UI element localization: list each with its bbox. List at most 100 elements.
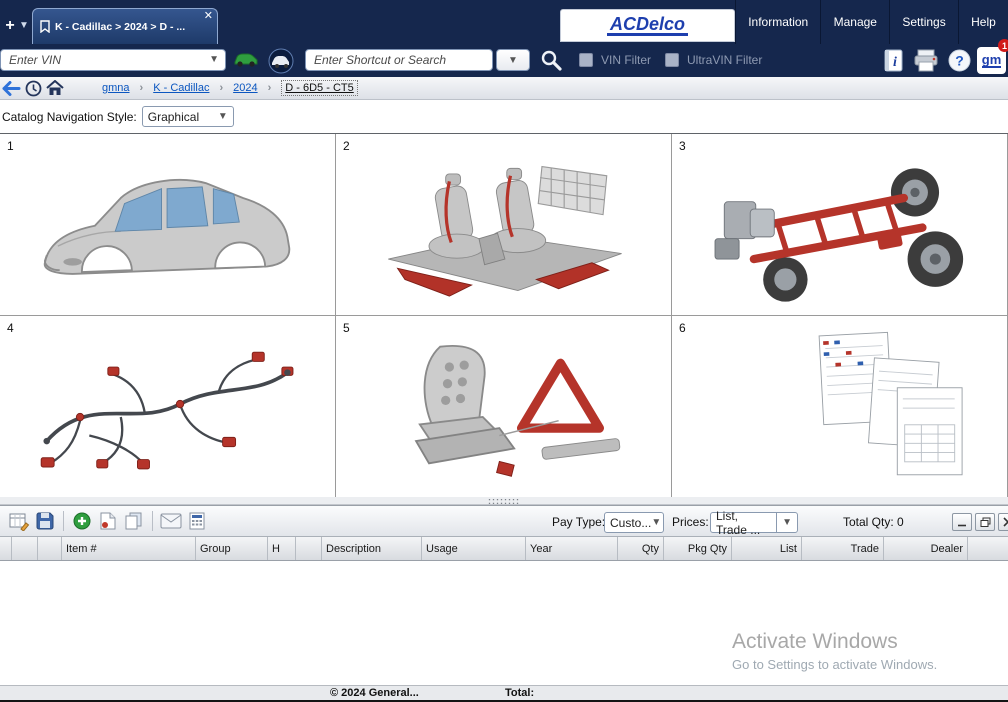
parts-toolbar: Pay Type: Custo... ▼ Prices: List, Trade… <box>0 505 1008 537</box>
header-item[interactable]: Item # <box>62 537 196 560</box>
vin-dropdown-chevron-icon[interactable]: ▼ <box>209 54 219 65</box>
pay-type-label: Pay Type: <box>552 515 605 529</box>
parts-table-header: Item # Group H Description Usage Year Qt… <box>0 537 1008 561</box>
bookmark-icon <box>40 20 50 33</box>
catalog-section-grid: 1 2 <box>0 133 1008 497</box>
tab-list-chevron-icon[interactable]: ▼ <box>17 20 31 34</box>
history-clock-icon[interactable] <box>22 80 44 97</box>
acdelco-logo-text: ACDelco <box>607 15 688 37</box>
toolbar-separator <box>152 511 153 531</box>
splitter-handle[interactable]: :::::::: <box>0 497 1008 505</box>
copyright-text: © 2024 General... <box>330 687 419 699</box>
vin-filter-checkbox[interactable]: VIN Filter <box>579 53 651 67</box>
notification-badge: 1 <box>998 39 1008 52</box>
new-tab-button[interactable]: + <box>2 14 18 38</box>
section-panel-wiring[interactable]: 4 <box>0 316 336 498</box>
chevron-down-icon: ▼ <box>782 517 792 528</box>
main-menu: Information Manage Settings Help <box>735 0 1008 44</box>
section-panel-documents[interactable]: 6 <box>672 316 1008 498</box>
edit-worksheet-icon[interactable] <box>6 508 32 534</box>
close-button[interactable] <box>998 513 1008 531</box>
panel-number: 3 <box>679 139 686 153</box>
breadcrumb-bar: gmna › K - Cadillac › 2024 › D - 6D5 - C… <box>0 77 1008 100</box>
panel-window-controls <box>952 513 1008 531</box>
catalog-nav-style-row: Catalog Navigation Style: Graphical ▼ <box>0 100 1008 133</box>
menu-settings[interactable]: Settings <box>889 0 958 44</box>
printer-icon[interactable] <box>913 49 940 72</box>
wiring-harness-image <box>18 331 318 498</box>
tab-title: K - Cadillac > 2024 > D - ... <box>55 21 185 33</box>
section-panel-chassis[interactable]: 3 <box>672 134 1008 316</box>
document-alert-icon[interactable] <box>95 508 121 534</box>
header-description[interactable]: Description <box>322 537 422 560</box>
header-list[interactable]: List <box>732 537 802 560</box>
header-blank <box>0 537 12 560</box>
header-group[interactable]: Group <box>196 537 268 560</box>
section-panel-body[interactable]: 1 <box>0 134 336 316</box>
panel-number: 2 <box>343 139 350 153</box>
calculator-document-icon[interactable] <box>184 508 210 534</box>
chassis-image <box>690 149 990 316</box>
svg-text:?: ? <box>955 53 964 69</box>
panel-number: 5 <box>343 321 350 335</box>
header-trade[interactable]: Trade <box>802 537 884 560</box>
breadcrumb-make[interactable]: K - Cadillac <box>153 82 209 94</box>
vin-filter-label: VIN Filter <box>601 53 651 67</box>
header-blank <box>296 537 322 560</box>
breadcrumb-year[interactable]: 2024 <box>233 82 257 94</box>
acdelco-catalog-window: + ▼ K - Cadillac > 2024 > D - ... ✕ ACDe… <box>0 0 1008 702</box>
section-panel-seats[interactable]: 2 <box>336 134 672 316</box>
panel-number: 1 <box>7 139 14 153</box>
header-pkg-qty[interactable]: Pkg Qty <box>664 537 732 560</box>
header-year[interactable]: Year <box>526 537 618 560</box>
chevron-down-icon: ▼ <box>651 517 661 528</box>
menu-manage[interactable]: Manage <box>820 0 889 44</box>
header-usage[interactable]: Usage <box>422 537 526 560</box>
header-blank <box>38 537 62 560</box>
ultravin-filter-checkbox-box <box>665 53 679 67</box>
save-icon[interactable] <box>32 508 58 534</box>
top-bar: + ▼ K - Cadillac > 2024 > D - ... ✕ ACDe… <box>0 0 1008 44</box>
activate-windows-watermark: Activate Windows Go to Settings to activ… <box>732 630 937 672</box>
search-icon[interactable] <box>540 49 563 72</box>
green-vehicle-icon[interactable] <box>233 51 259 69</box>
acdelco-logo[interactable]: ACDelco <box>560 9 735 42</box>
search-toolbar: ▼ ▼ VIN Filter UltraVIN Filter i <box>0 44 1008 77</box>
menu-help[interactable]: Help <box>958 0 1008 44</box>
help-icon[interactable]: ? <box>948 49 971 72</box>
ultravin-filter-checkbox[interactable]: UltraVIN Filter <box>665 53 762 67</box>
total-label: Total: <box>505 687 534 699</box>
header-dealer[interactable]: Dealer <box>884 537 968 560</box>
section-panel-seat-accessories[interactable]: 5 <box>336 316 672 498</box>
minimize-button[interactable] <box>952 513 972 531</box>
shortcut-search-input[interactable] <box>305 49 493 71</box>
restore-button[interactable] <box>975 513 995 531</box>
seat-warning-triangle-image <box>354 331 654 498</box>
breadcrumb-gmna[interactable]: gmna <box>102 82 130 94</box>
catalog-nav-style-select[interactable]: Graphical ▼ <box>142 106 234 127</box>
pay-type-select[interactable]: Custo... ▼ <box>604 512 664 533</box>
vehicle-circle-icon[interactable] <box>268 48 294 74</box>
status-bar: © 2024 General... Total: <box>0 685 1008 700</box>
vehicle-info-book-icon[interactable]: i <box>884 48 904 73</box>
add-item-icon[interactable] <box>69 508 95 534</box>
catalog-nav-style-label: Catalog Navigation Style: <box>2 110 137 124</box>
email-icon[interactable] <box>158 508 184 534</box>
breadcrumb-model-current[interactable]: D - 6D5 - CT5 <box>281 80 357 96</box>
search-dropdown-button[interactable]: ▼ <box>496 49 530 71</box>
breadcrumb-separator-icon: › <box>268 82 272 94</box>
prices-select[interactable]: List, Trade ... ▼ <box>710 512 798 533</box>
header-h[interactable]: H <box>268 537 296 560</box>
header-qty[interactable]: Qty <box>618 537 664 560</box>
panel-number: 6 <box>679 321 686 335</box>
back-arrow-icon[interactable] <box>0 81 22 96</box>
home-icon[interactable] <box>44 80 66 96</box>
seats-interior-image <box>354 149 654 316</box>
catalog-tab[interactable]: K - Cadillac > 2024 > D - ... ✕ <box>32 8 218 44</box>
copy-icon[interactable] <box>121 508 147 534</box>
vin-input[interactable] <box>0 49 226 71</box>
splitter-dots-icon: :::::::: <box>488 498 520 504</box>
close-tab-icon[interactable]: ✕ <box>204 10 213 22</box>
breadcrumb-separator-icon: › <box>219 82 223 94</box>
menu-information[interactable]: Information <box>735 0 820 44</box>
